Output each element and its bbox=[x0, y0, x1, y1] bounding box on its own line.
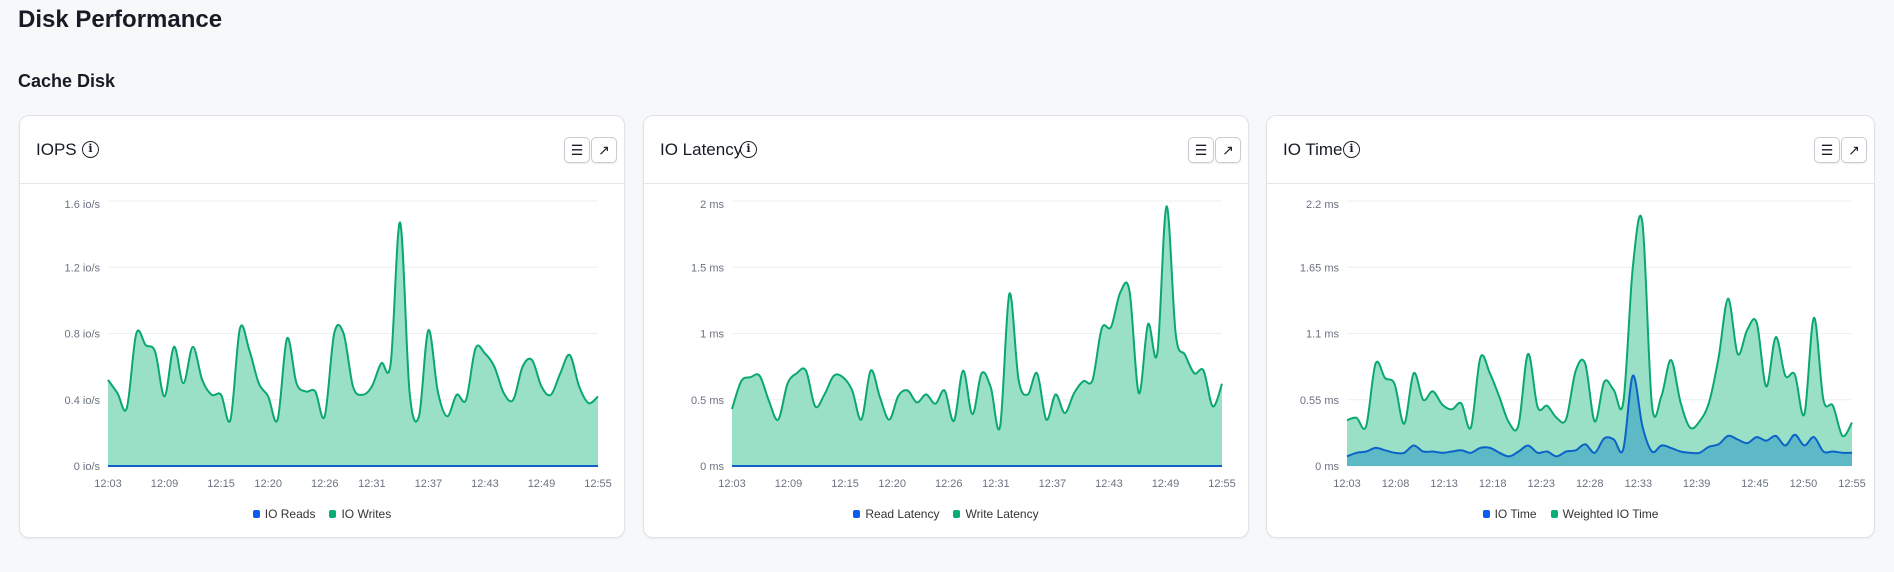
x-tick-label: 12:03 bbox=[94, 478, 122, 490]
legend-swatch bbox=[329, 510, 337, 518]
y-tick-label: 0 io/s bbox=[74, 461, 101, 473]
y-tick-label: 0 ms bbox=[1315, 461, 1339, 473]
legend-swatch bbox=[1482, 510, 1490, 518]
x-tick-label: 12:37 bbox=[415, 478, 443, 490]
x-tick-label: 12:33 bbox=[1625, 478, 1653, 490]
y-tick-label: 0.5 ms bbox=[691, 395, 725, 407]
x-tick-label: 12:55 bbox=[1208, 478, 1236, 490]
iops-card: IOPS i ☰ ↗ 0 io/s 0.4 io/s 0.8 io/s 1.2 io/s 1.6… bbox=[19, 115, 625, 538]
io-time-card: IO Time i ☰ ↗ 0 ms 0.55 ms 1.1 ms 1.65 ms 2.2 ms… bbox=[1266, 115, 1875, 538]
info-circle-icon[interactable]: i bbox=[1343, 141, 1360, 158]
legend-item[interactable]: Read Latency bbox=[853, 507, 939, 521]
x-tick-label: 12:18 bbox=[1479, 478, 1507, 490]
chart-legend: IO Time Weighted IO Time bbox=[1267, 507, 1874, 521]
green-series-area bbox=[732, 206, 1222, 466]
legend-label: Read Latency bbox=[865, 507, 940, 521]
legend-item[interactable]: IO Reads bbox=[252, 507, 316, 521]
x-tick-label: 12:26 bbox=[311, 478, 339, 490]
y-tick-label: 0 ms bbox=[700, 461, 724, 473]
chart-svg: 0 io/s 0.4 io/s 0.8 io/s 1.2 io/s 1.6 io/s 12… bbox=[65, 199, 612, 490]
chart-legend: Read Latency Write Latency bbox=[644, 507, 1248, 521]
x-tick-label: 12:08 bbox=[1382, 478, 1410, 490]
card-title: IO Time bbox=[1283, 140, 1343, 159]
menu-button[interactable]: ☰ bbox=[1814, 137, 1840, 163]
card-header: IO Time i ☰ ↗ bbox=[1267, 116, 1874, 184]
menu-button[interactable]: ☰ bbox=[1188, 137, 1214, 163]
y-tick-label: 0.8 io/s bbox=[65, 329, 101, 341]
x-tick-label: 12:49 bbox=[1152, 478, 1180, 490]
legend-swatch bbox=[953, 510, 961, 518]
y-tick-label: 2 ms bbox=[700, 199, 724, 211]
legend-swatch bbox=[252, 510, 260, 518]
card-title: IO Latency bbox=[660, 140, 743, 159]
card-header: IO Latency i ☰ ↗ bbox=[644, 116, 1248, 184]
x-tick-label: 12:28 bbox=[1576, 478, 1604, 490]
chart-svg: 0 ms 0.55 ms 1.1 ms 1.65 ms 2.2 ms 12:03 12:08… bbox=[1300, 199, 1866, 490]
legend-swatch bbox=[1550, 510, 1558, 518]
legend-item[interactable]: IO Writes bbox=[329, 507, 391, 521]
x-tick-label: 12:43 bbox=[1095, 478, 1123, 490]
y-tick-label: 1.1 ms bbox=[1306, 329, 1340, 341]
expand-button[interactable]: ↗ bbox=[1215, 137, 1241, 163]
y-tick-label: 1.65 ms bbox=[1300, 262, 1340, 274]
legend-item[interactable]: IO Time bbox=[1482, 507, 1537, 521]
chart-legend: IO Reads IO Writes bbox=[20, 507, 624, 521]
info-circle-icon[interactable]: i bbox=[740, 141, 757, 158]
x-tick-label: 12:39 bbox=[1683, 478, 1711, 490]
x-tick-label: 12:31 bbox=[358, 478, 386, 490]
x-tick-label: 12:26 bbox=[935, 478, 963, 490]
x-tick-label: 12:49 bbox=[528, 478, 556, 490]
x-tick-label: 12:55 bbox=[584, 478, 612, 490]
y-tick-label: 1.6 io/s bbox=[65, 199, 101, 211]
info-circle-icon[interactable]: i bbox=[82, 141, 99, 158]
x-tick-label: 12:03 bbox=[718, 478, 746, 490]
x-tick-label: 12:37 bbox=[1039, 478, 1067, 490]
y-tick-label: 0.4 io/s bbox=[65, 395, 101, 407]
legend-label: IO Reads bbox=[264, 507, 316, 521]
expand-button[interactable]: ↗ bbox=[591, 137, 617, 163]
x-tick-label: 12:15 bbox=[831, 478, 859, 490]
x-tick-label: 12:03 bbox=[1333, 478, 1361, 490]
y-tick-label: 1 ms bbox=[700, 329, 724, 341]
legend-label: IO Time bbox=[1494, 507, 1537, 521]
legend-label: Weighted IO Time bbox=[1562, 507, 1659, 521]
x-tick-label: 12:09 bbox=[151, 478, 179, 490]
green-series-area bbox=[108, 222, 598, 466]
green-series-area bbox=[1347, 215, 1852, 466]
chart-svg: 0 ms 0.5 ms 1 ms 1.5 ms 2 ms 12:03 12:09 12:15 1… bbox=[691, 199, 1236, 490]
menu-button[interactable]: ☰ bbox=[564, 137, 590, 163]
x-tick-label: 12:31 bbox=[982, 478, 1010, 490]
legend-label: Write Latency bbox=[965, 507, 1039, 521]
section-title: Cache Disk bbox=[18, 71, 116, 91]
x-tick-label: 12:55 bbox=[1838, 478, 1866, 490]
x-tick-label: 12:09 bbox=[775, 478, 803, 490]
x-tick-label: 12:20 bbox=[878, 478, 906, 490]
card-title: IOPS bbox=[36, 140, 77, 159]
x-tick-label: 12:43 bbox=[471, 478, 499, 490]
x-tick-label: 12:20 bbox=[254, 478, 282, 490]
y-tick-label: 2.2 ms bbox=[1306, 199, 1340, 211]
x-tick-label: 12:13 bbox=[1430, 478, 1458, 490]
x-tick-label: 12:50 bbox=[1790, 478, 1818, 490]
io-latency-card: IO Latency i ☰ ↗ 0 ms 0.5 ms 1 ms 1.5 ms 2 ms 12:… bbox=[643, 115, 1249, 538]
y-tick-label: 0.55 ms bbox=[1300, 395, 1340, 407]
x-tick-label: 12:15 bbox=[207, 478, 235, 490]
y-tick-label: 1.2 io/s bbox=[65, 262, 101, 274]
page-title: Disk Performance bbox=[18, 6, 223, 33]
legend-item[interactable]: Write Latency bbox=[953, 507, 1039, 521]
expand-button[interactable]: ↗ bbox=[1841, 137, 1867, 163]
legend-item[interactable]: Weighted IO Time bbox=[1550, 507, 1659, 521]
legend-swatch bbox=[853, 510, 861, 518]
legend-label: IO Writes bbox=[341, 507, 392, 521]
y-tick-label: 1.5 ms bbox=[691, 262, 725, 274]
x-tick-label: 12:23 bbox=[1527, 478, 1555, 490]
card-header: IOPS i ☰ ↗ bbox=[20, 116, 624, 184]
x-tick-label: 12:45 bbox=[1741, 478, 1769, 490]
